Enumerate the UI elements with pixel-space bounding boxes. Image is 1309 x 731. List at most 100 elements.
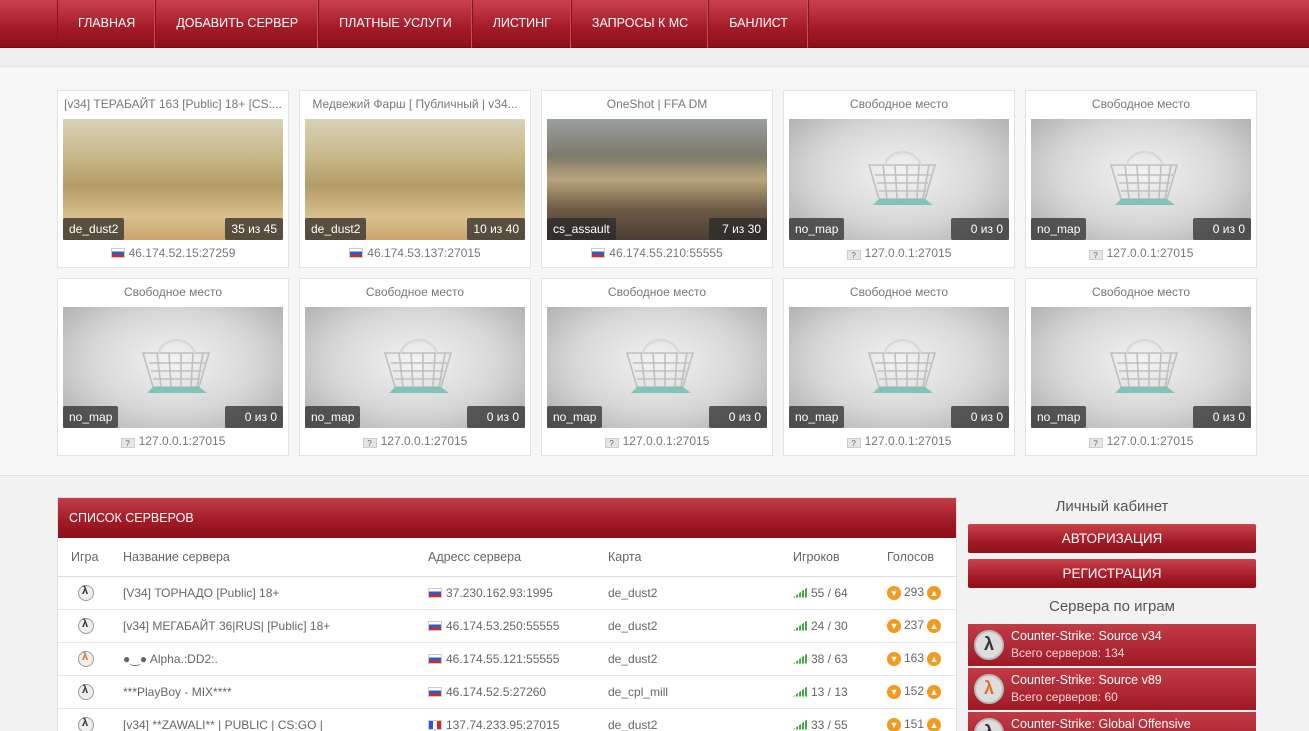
players-cell: 33 / 55 — [793, 708, 887, 731]
game-cell — [58, 708, 123, 731]
server-address: ? 127.0.0.1:27015 — [784, 434, 1014, 448]
server-card[interactable]: Свободное место no_map 0 из 0? 127.0.0.1:27… — [541, 278, 773, 456]
game-category-item[interactable]: Counter-Strike: Global Offensive — [968, 712, 1256, 731]
header-strip — [0, 49, 1309, 67]
server-card-title[interactable]: Свободное место — [784, 279, 1014, 305]
server-name[interactable]: ●‿● Alpha.:DD2:. — [123, 642, 428, 676]
flag-ru-icon — [428, 620, 442, 631]
players-count: 38 / 63 — [811, 651, 848, 666]
map-cell: de_dust2 — [608, 609, 793, 643]
vote-up-icon[interactable]: ▲ — [927, 651, 942, 666]
map-badge: no_map — [1031, 406, 1087, 428]
css-icon — [974, 630, 1004, 660]
vote-up-icon[interactable]: ▲ — [927, 585, 942, 600]
table-row[interactable]: ***PlayBoy - MIX**** 46.174.52.5:27260 de_… — [58, 675, 956, 709]
server-card[interactable]: Свободное место no_map 0 из 0? 127.0.0.1:27… — [783, 278, 1015, 456]
basket-icon — [1097, 147, 1187, 209]
map-cell: de_cpl_mill — [608, 675, 793, 709]
server-address: 46.174.55.121:55555 — [446, 651, 560, 666]
votes-cell: ▼ 237 ▲ — [887, 609, 956, 643]
server-card-title[interactable]: Свободное место — [58, 279, 288, 305]
server-card[interactable]: Свободное место no_map 0 из 0? 127.0.0.1:27… — [783, 90, 1015, 268]
server-card-title[interactable]: Свободное место — [1026, 91, 1256, 117]
nav-item-ms-requests[interactable]: ЗАПРОСЫ К МС — [572, 0, 710, 48]
votes-count: 293 — [904, 585, 925, 600]
server-card-title[interactable]: Свободное место — [300, 279, 530, 305]
server-name[interactable]: ***PlayBoy - MIX**** — [123, 675, 428, 709]
vote-down-icon[interactable]: ▼ — [887, 618, 901, 633]
server-card[interactable]: [v34] ТЕРАБАЙТ 163 [Public] 18+ [CS:... d… — [57, 90, 289, 268]
nav-menu: ГЛАВНАЯ ДОБАВИТЬ СЕРВЕР ПЛАТНЫЕ УСЛУГИ Л… — [57, 0, 809, 48]
login-button[interactable]: АВТОРИЗАЦИЯ — [968, 524, 1256, 553]
map-badge: no_map — [547, 406, 603, 428]
game-category-item[interactable]: Counter-Strike: Source v89 Всего серверов… — [968, 668, 1256, 710]
vote-up-icon[interactable]: ▲ — [927, 618, 942, 633]
basket-icon — [129, 335, 219, 397]
table-row[interactable]: ●‿● Alpha.:DD2:. 46.174.55.121:55555 de_du… — [58, 642, 956, 676]
players-cell: 24 / 30 — [793, 609, 887, 643]
server-address-text: 46.174.55.210:55555 — [609, 246, 723, 260]
server-card[interactable]: OneShot | FFA DM cs_assault 7 из 30 46.174.… — [541, 90, 773, 268]
server-address: 46.174.53.250:55555 — [446, 618, 560, 633]
nav-item-listing[interactable]: ЛИСТИНГ — [473, 0, 572, 48]
server-card-title[interactable]: Свободное место — [1026, 279, 1256, 305]
map-badge: no_map — [305, 406, 361, 428]
map-badge: de_dust2 — [305, 218, 367, 240]
server-table-header: Игра Название сервера Адресс сервера Кар… — [58, 538, 956, 577]
column-game[interactable]: Игра — [58, 538, 123, 577]
server-card[interactable]: Свободное место no_map 0 из 0? 127.0.0.1:27… — [1025, 278, 1257, 456]
server-card-title[interactable]: Свободное место — [784, 91, 1014, 117]
server-address-cell: 46.174.53.250:55555 — [428, 609, 608, 643]
server-card[interactable]: Медвежий Фарш [ Публичный | v34... de_dus… — [299, 90, 531, 268]
server-card[interactable]: Свободное место no_map 0 из 0? 127.0.0.1:27… — [299, 278, 531, 456]
nav-item-add-server[interactable]: ДОБАВИТЬ СЕРВЕР — [156, 0, 320, 48]
flag-ru-icon — [349, 248, 364, 258]
vote-down-icon[interactable]: ▼ — [887, 651, 901, 666]
table-row[interactable]: [V34] ТОРНАДО [Public] 18+ 37.230.162.93:… — [58, 576, 956, 610]
unknown-flag-icon: ? — [120, 438, 135, 448]
server-card-title[interactable]: OneShot | FFA DM — [542, 91, 772, 117]
map-badge: cs_assault — [547, 218, 616, 240]
flag-ru-icon — [110, 248, 125, 258]
vote-up-icon[interactable]: ▲ — [927, 684, 942, 699]
server-name[interactable]: [v34] **ZAWALI** | PUBLIC | CS:GO | — [123, 708, 428, 731]
nav-item-banlist[interactable]: БАНЛИСТ — [709, 0, 809, 48]
table-row[interactable]: [v34] **ZAWALI** | PUBLIC | CS:GO | 137.7… — [58, 708, 956, 731]
server-address-text: 46.174.52.15:27259 — [128, 246, 236, 260]
column-votes[interactable]: Голосов — [887, 538, 956, 577]
server-address: 46.174.55.210:55555 — [542, 246, 772, 260]
server-list-panel: СПИСОК СЕРВЕРОВ Игра Название сервера Ад… — [57, 497, 957, 731]
nav-item-paid-services[interactable]: ПЛАТНЫЕ УСЛУГИ — [319, 0, 473, 48]
flag-ru-icon — [428, 686, 442, 697]
players-badge: 0 из 0 — [951, 218, 1009, 240]
css-icon — [78, 617, 94, 634]
column-name[interactable]: Название сервера — [123, 538, 428, 577]
nav-item-home[interactable]: ГЛАВНАЯ — [58, 0, 157, 48]
server-card-title[interactable]: Свободное место — [542, 279, 772, 305]
basket-icon — [855, 147, 945, 209]
vote-down-icon[interactable]: ▼ — [887, 585, 901, 600]
vote-down-icon[interactable]: ▼ — [887, 717, 901, 731]
map-thumbnail: de_dust2 10 из 40 — [305, 119, 525, 240]
server-card-title[interactable]: Медвежий Фарш [ Публичный | v34... — [300, 91, 530, 117]
votes-count: 163 — [904, 651, 925, 666]
server-card[interactable]: Свободное место no_map 0 из 0? 127.0.0.1:27… — [1025, 90, 1257, 268]
server-address: ? 127.0.0.1:27015 — [542, 434, 772, 448]
map-cell: de_dust2 — [608, 576, 793, 610]
server-name[interactable]: [V34] ТОРНАДО [Public] 18+ — [123, 576, 428, 610]
vote-down-icon[interactable]: ▼ — [887, 684, 901, 699]
vote-up-icon[interactable]: ▲ — [927, 717, 942, 731]
server-name[interactable]: [v34] МЕГАБАЙТ 36|RUS| [Public] 18+ — [123, 609, 428, 643]
server-card-title[interactable]: [v34] ТЕРАБАЙТ 163 [Public] 18+ [CS:... — [58, 91, 288, 117]
server-card[interactable]: Свободное место no_map 0 из 0? 127.0.0.1:27… — [57, 278, 289, 456]
column-map[interactable]: Карта — [608, 538, 793, 577]
register-button[interactable]: РЕГИСТРАЦИЯ — [968, 559, 1256, 588]
table-row[interactable]: [v34] МЕГАБАЙТ 36|RUS| [Public] 18+ 46.17… — [58, 609, 956, 643]
basket-icon — [1097, 335, 1187, 397]
column-address[interactable]: Адресс сервера — [428, 538, 608, 577]
game-cell — [58, 675, 123, 709]
votes-cell: ▼ 151 ▲ — [887, 708, 956, 731]
game-category-item[interactable]: Counter-Strike: Source v34 Всего серверов… — [968, 624, 1256, 666]
column-players[interactable]: Игроков — [793, 538, 887, 577]
signal-bars-icon — [793, 587, 807, 598]
